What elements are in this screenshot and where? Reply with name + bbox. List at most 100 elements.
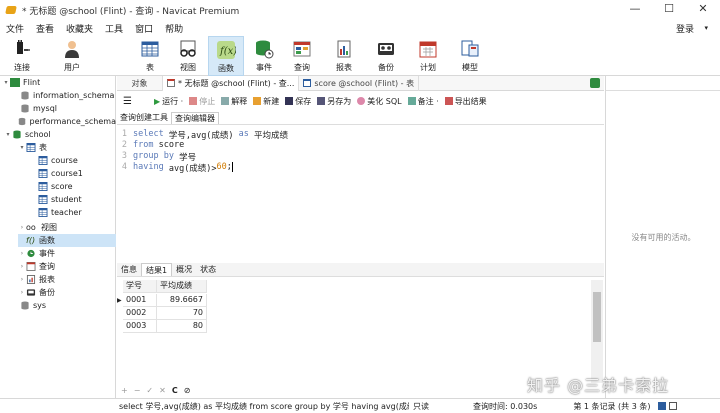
table-cell[interactable]: 0001 <box>123 294 157 307</box>
report-button[interactable]: 报表 <box>326 36 362 76</box>
minimize-button[interactable]: — <box>618 0 652 20</box>
chevron-right-icon[interactable]: › <box>18 289 26 296</box>
connect-button[interactable]: 连接 <box>4 36 40 76</box>
apply-icon[interactable]: ✓ <box>146 386 153 395</box>
explain-label: 解释 <box>231 96 248 106</box>
sql-editor[interactable]: 1 select 学号,avg(成绩) as 平均成绩 2 from score… <box>117 126 604 262</box>
grid-vertical-scrollbar[interactable] <box>591 280 603 383</box>
chevron-right-icon[interactable]: › <box>18 250 26 257</box>
table-button[interactable]: 表 <box>132 36 168 76</box>
export-result-button[interactable]: 导出结果 <box>444 96 487 107</box>
tree-item-flint[interactable]: ▾ Flint <box>2 76 40 89</box>
cassette-icon <box>26 289 36 296</box>
tree-item-reports[interactable]: › 报表 <box>18 273 55 286</box>
tree-item-queries[interactable]: › 查询 <box>18 260 55 273</box>
refresh-icon[interactable]: C <box>172 386 178 395</box>
function-button[interactable]: f(x) 函数 <box>208 36 244 76</box>
tree-item-teacher[interactable]: teacher <box>38 206 82 219</box>
table-cell[interactable]: 80 <box>157 320 207 333</box>
tree-item-performance-schema[interactable]: performance_schema <box>12 115 116 128</box>
stop-button[interactable]: 停止 <box>189 96 215 107</box>
save-button[interactable]: 保存 <box>285 96 311 107</box>
tree-item-backups[interactable]: › 备份 <box>18 286 55 299</box>
column-header[interactable]: 学号 <box>123 280 157 293</box>
column-header[interactable]: 平均成绩 <box>157 280 207 293</box>
menu-hamburger-icon[interactable]: ☰ <box>123 96 132 107</box>
tree-item-functions[interactable]: f() 函数 <box>18 234 116 247</box>
tree-item-sys[interactable]: sys <box>12 299 46 312</box>
function-label: 函数 <box>218 64 234 73</box>
schedule-button[interactable]: 计划 <box>410 36 446 76</box>
beautify-sql-button[interactable]: 美化 SQL <box>357 96 402 107</box>
close-button[interactable]: ✕ <box>686 0 720 20</box>
delete-row-icon[interactable]: − <box>134 386 141 395</box>
chevron-right-icon[interactable]: › <box>18 224 26 231</box>
scrollbar-thumb[interactable] <box>593 292 601 342</box>
tab-profile[interactable]: 概况 <box>172 263 196 276</box>
table-row[interactable]: 0002 70 <box>123 307 207 320</box>
menu-file[interactable]: 文件 <box>0 22 30 35</box>
grid-view-icon[interactable] <box>658 402 667 410</box>
run-button[interactable]: ▶ 运行 · <box>154 96 183 107</box>
form-view-icon[interactable] <box>669 402 678 410</box>
event-button[interactable]: 事件 <box>246 36 282 76</box>
add-row-icon[interactable]: + <box>121 386 128 395</box>
save-label: 保存 <box>295 96 312 106</box>
view-button[interactable]: 视图 <box>170 36 206 76</box>
backup-button[interactable]: 备份 <box>368 36 404 76</box>
table-cell[interactable]: 89.6667 <box>157 294 207 307</box>
chevron-down-icon[interactable]: ▾ <box>18 144 26 151</box>
tab-query[interactable]: * 无标题 @school (Flint) - 查... <box>163 75 300 91</box>
chevron-right-icon[interactable]: › <box>18 263 26 270</box>
result-grid: 学号 平均成绩 ▶ 0001 89.6667 0002 70 0003 80 <box>117 280 604 383</box>
query-label: 查询 <box>294 63 310 72</box>
new-button[interactable]: 新建 <box>253 96 279 107</box>
tab-info[interactable]: 信息 <box>117 263 141 276</box>
table-cell[interactable]: 0003 <box>123 320 157 333</box>
tree-item-views[interactable]: › oo 视图 <box>18 221 57 234</box>
tab-score-table[interactable]: score @school (Flint) - 表 <box>299 75 420 91</box>
tab-status[interactable]: 状态 <box>196 263 220 276</box>
tree-item-tables[interactable]: ▾ 表 <box>18 141 47 154</box>
explain-button[interactable]: 解释 <box>221 96 247 107</box>
table-cell[interactable]: 70 <box>157 307 207 320</box>
table-row[interactable]: ▶ 0001 89.6667 <box>117 294 207 307</box>
tree-item-information-schema[interactable]: information_schema <box>12 89 116 102</box>
tab-query-editor[interactable]: 查询编辑器 <box>171 112 219 124</box>
tree-item-course[interactable]: course <box>38 154 78 167</box>
chevron-right-icon[interactable]: › <box>18 276 26 283</box>
stop-icon[interactable]: ⊘ <box>184 386 191 395</box>
maximize-button[interactable]: ☐ <box>652 0 686 20</box>
query-button[interactable]: 查询 <box>284 36 320 76</box>
tree-item-student[interactable]: student <box>38 193 82 206</box>
discard-icon[interactable]: ✕ <box>159 386 166 395</box>
run-label: 运行 · <box>162 96 184 106</box>
tab-result1[interactable]: 结果1 <box>141 263 173 276</box>
chevron-down-icon[interactable]: ▾ <box>4 131 12 138</box>
tree-item-course1[interactable]: course1 <box>38 167 83 180</box>
table-cell[interactable]: 0002 <box>123 307 157 320</box>
menu-view[interactable]: 查看 <box>30 22 60 35</box>
note-button[interactable]: 备注 · <box>407 96 439 107</box>
user-button[interactable]: 用户 <box>54 36 90 76</box>
save-as-button[interactable]: 另存为 <box>317 96 351 107</box>
menu-window[interactable]: 窗口 <box>129 22 159 35</box>
chevron-down-icon[interactable]: ▾ <box>2 79 10 86</box>
model-button[interactable]: 模型 <box>452 36 488 76</box>
tree-item-events[interactable]: › 事件 <box>18 247 55 260</box>
tree-item-score[interactable]: score <box>38 180 73 193</box>
menu-favorites[interactable]: 收藏夹 <box>60 22 99 35</box>
tab-query-builder[interactable]: 查询创建工具 <box>117 112 171 124</box>
tree-item-school[interactable]: ▾ school <box>4 128 50 141</box>
tree-label: performance_schema <box>29 117 117 126</box>
text-cursor <box>231 162 233 172</box>
table-row[interactable]: 0003 80 <box>123 320 207 333</box>
menu-tools[interactable]: 工具 <box>99 22 129 35</box>
info-pane-icon[interactable] <box>590 78 600 88</box>
login-button[interactable]: 登录 <box>670 22 700 35</box>
grid-header-row: 学号 平均成绩 <box>123 280 207 293</box>
chevron-down-icon[interactable]: ▾ <box>698 24 714 32</box>
tab-objects[interactable]: 对象 <box>117 75 163 91</box>
menu-help[interactable]: 帮助 <box>159 22 189 35</box>
tree-item-mysql[interactable]: mysql <box>12 102 57 115</box>
